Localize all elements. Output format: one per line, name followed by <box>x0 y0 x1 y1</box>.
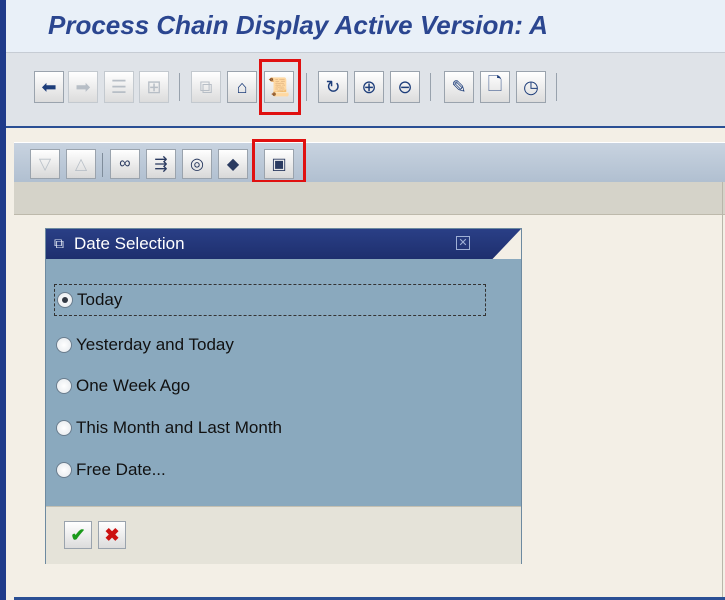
back-arrow-icon[interactable]: ⬅ <box>34 71 64 103</box>
expand-down-icon[interactable]: ▽ <box>30 149 60 179</box>
refresh-icon[interactable]: ↻ <box>318 71 348 103</box>
title-bar: Process Chain Display Active Version: A <box>6 0 725 52</box>
new-document-icon[interactable]: 🗋 <box>480 71 510 103</box>
dialog-footer: ✔ ✖ <box>46 506 521 564</box>
column-header-strip <box>14 182 725 215</box>
forward-arrow-icon[interactable]: ➡ <box>68 71 98 103</box>
date-selection-highlight-box <box>252 139 306 183</box>
log-view-highlight-box <box>259 59 301 115</box>
pane-divider <box>722 182 723 600</box>
confirm-check-icon[interactable]: ✔ <box>64 521 92 549</box>
dialog-header: ⧉ Date Selection ✕ <box>46 229 521 259</box>
tree-view-icon[interactable]: ⊞ <box>139 71 169 103</box>
radio-button[interactable] <box>56 420 72 436</box>
planning-view-icon[interactable]: ⌂ <box>227 71 257 103</box>
toolbar-separator <box>102 153 103 177</box>
radio-this-month-and-last-month[interactable]: This Month and Last Month <box>54 412 486 444</box>
radio-yesterday-and-today[interactable]: Yesterday and Today <box>54 329 486 361</box>
toolbar-separator <box>179 73 180 101</box>
chain-toolbar: ▽ △ ∞ ⇶ ◎ ◆ ▣ <box>14 139 725 183</box>
radio-button[interactable] <box>57 292 73 308</box>
radio-label: This Month and Last Month <box>76 418 283 437</box>
toolbar-separator <box>556 73 557 101</box>
date-selection-dialog: ⧉ Date Selection ✕ Today Yesterday and T… <box>45 228 522 564</box>
collapse-up-icon[interactable]: △ <box>66 149 96 179</box>
radio-button[interactable] <box>56 378 72 394</box>
process-flow-icon[interactable]: ⇶ <box>146 149 176 179</box>
sap-window: Process Chain Display Active Version: A … <box>0 0 725 600</box>
radio-label: Free Date... <box>76 460 166 479</box>
application-toolbar: ⬅ ➡ ☰ ⊞ ⧉ ⌂ 📜 ↻ ⊕ ⊖ ✎ 🗋 ◷ <box>6 52 725 129</box>
radio-free-date[interactable]: Free Date... <box>54 454 486 486</box>
radio-button[interactable] <box>56 337 72 353</box>
radio-label: Yesterday and Today <box>76 335 234 354</box>
toolbar-separator <box>430 73 431 101</box>
radio-button[interactable] <box>56 462 72 478</box>
zoom-in-icon[interactable]: ⊕ <box>354 71 384 103</box>
dialog-title: Date Selection <box>74 234 185 253</box>
cancel-x-icon[interactable]: ✖ <box>98 521 126 549</box>
schedule-clock-icon[interactable]: ◷ <box>516 71 546 103</box>
radio-today[interactable]: Today <box>54 284 486 316</box>
toolbar-separator <box>306 73 307 101</box>
dialog-window-icon: ⧉ <box>54 235 64 251</box>
list-view-icon[interactable]: ☰ <box>104 71 134 103</box>
radio-label: One Week Ago <box>76 376 191 395</box>
page-title: Process Chain Display Active Version: A <box>48 10 548 40</box>
close-icon[interactable]: ✕ <box>456 236 470 250</box>
radio-one-week-ago[interactable]: One Week Ago <box>54 370 486 402</box>
edit-pencil-icon[interactable]: ✎ <box>444 71 474 103</box>
overview-icon[interactable]: ⧉ <box>191 71 221 103</box>
link-chain-icon[interactable]: ∞ <box>110 149 140 179</box>
zoom-out-icon[interactable]: ⊖ <box>390 71 420 103</box>
radio-label: Today <box>77 290 123 309</box>
package-icon[interactable]: ◆ <box>218 149 248 179</box>
target-icon[interactable]: ◎ <box>182 149 212 179</box>
